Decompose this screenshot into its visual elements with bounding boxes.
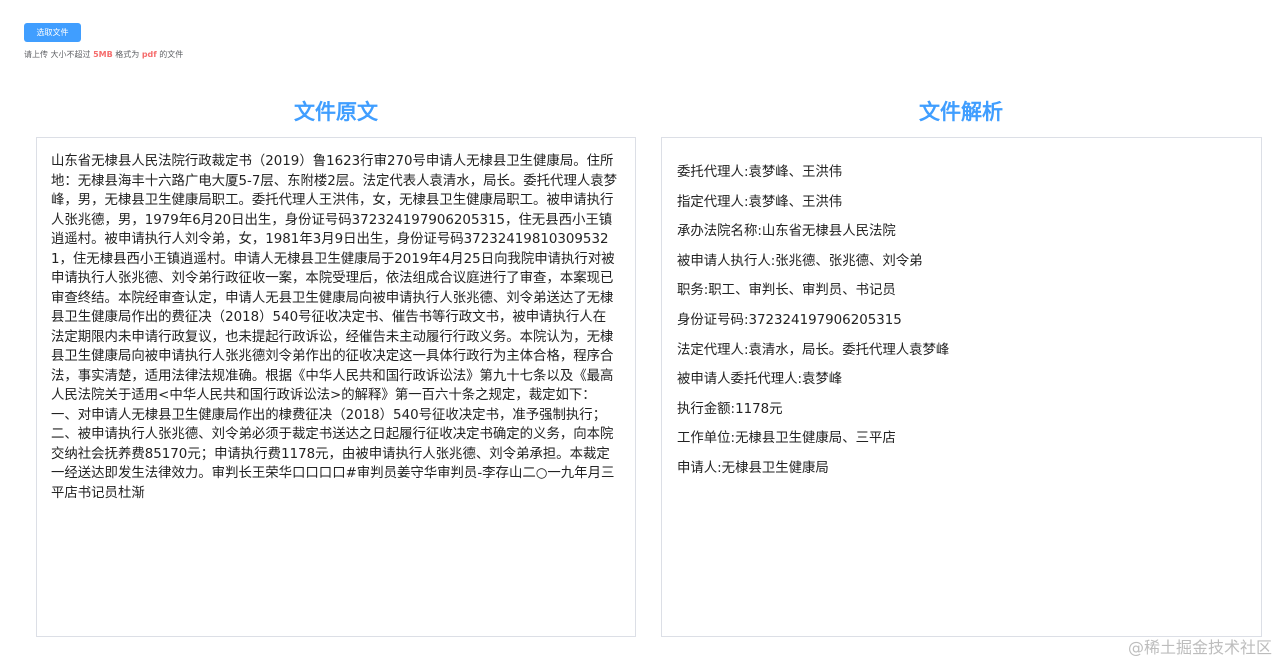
- file-analysis-title: 文件解析: [919, 100, 1003, 124]
- analysis-item-id-number: 身份证号码:372324197906205315: [677, 312, 902, 328]
- analysis-item-court-name: 承办法院名称:山东省无棣县人民法院: [677, 224, 896, 240]
- upload-tip: 请上传 大小不超过 5MB 格式为 pdf 的文件: [24, 49, 183, 60]
- upload-tip-format: pdf: [141, 50, 157, 59]
- upload-area: 选取文件 请上传 大小不超过 5MB 格式为 pdf 的文件: [24, 23, 183, 60]
- upload-tip-prefix: 请上传 大小不超过: [24, 50, 94, 59]
- watermark: @稀土掘金技术社区: [1127, 638, 1272, 657]
- analysis-result-list: 委托代理人:袁梦峰、王洪伟 指定代理人:袁梦峰、王洪伟 承办法院名称:山东省无棣…: [677, 162, 1251, 488]
- select-file-button[interactable]: 选取文件: [24, 23, 81, 42]
- analysis-item-position: 职务:职工、审判长、审判员、书记员: [677, 283, 896, 299]
- analysis-item-entrusted-agent: 委托代理人:袁梦峰、王洪伟: [677, 165, 843, 180]
- original-file-title: 文件原文: [294, 100, 378, 124]
- analysis-item-applicant: 申请人:无棣县卫生健康局: [677, 460, 829, 476]
- upload-tip-middle: 格式为: [112, 50, 142, 59]
- analysis-item-legal-representative: 法定代理人:袁清水，局长。委托代理人袁梦峰: [677, 342, 950, 358]
- analysis-item-respondent: 被申请人执行人:张兆德、张兆德、刘令弟: [677, 253, 923, 269]
- file-analysis-panel[interactable]: 委托代理人:袁梦峰、王洪伟 指定代理人:袁梦峰、王洪伟 承办法院名称:山东省无棣…: [661, 137, 1262, 637]
- upload-tip-suffix: 的文件: [156, 50, 184, 59]
- analysis-item-designated-agent: 指定代理人:袁梦峰、王洪伟: [677, 194, 843, 210]
- original-file-text: 山东省无棣县人民法院行政裁定书（2019）鲁1623行审270号申请人无棣县卫生…: [51, 154, 618, 501]
- analysis-item-respondent-agent: 被申请人委托代理人:袁梦峰: [677, 372, 843, 388]
- original-file-panel[interactable]: 山东省无棣县人民法院行政裁定书（2019）鲁1623行审270号申请人无棣县卫生…: [36, 137, 636, 637]
- analysis-item-work-unit: 工作单位:无棣县卫生健康局、三平店: [677, 431, 896, 447]
- analysis-item-amount: 执行金额:1178元: [677, 401, 783, 417]
- upload-tip-size: 5MB: [93, 50, 113, 59]
